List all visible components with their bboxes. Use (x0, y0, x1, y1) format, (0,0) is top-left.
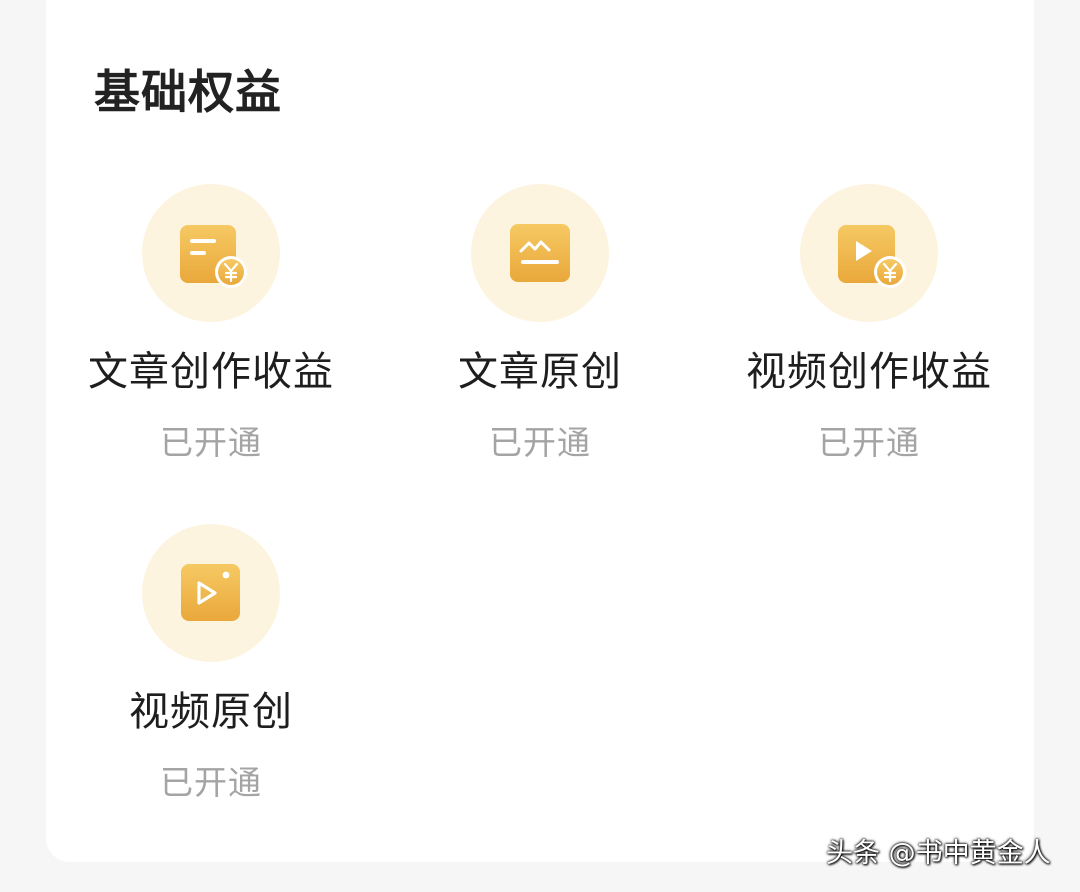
benefit-item-article-earnings[interactable]: 文章创作收益 已开通 (46, 184, 376, 484)
video-earnings-icon (800, 184, 938, 322)
benefit-item-video-original[interactable]: 视频原创 已开通 (46, 524, 376, 824)
section-title: 基础权益 (94, 65, 282, 119)
article-earnings-icon (142, 184, 280, 322)
article-original-icon (471, 184, 609, 322)
benefit-name: 视频原创 (129, 689, 293, 735)
watermark-text: 头条 @书中黄金人 (826, 838, 1051, 869)
benefit-status: 已开通 (818, 423, 920, 462)
benefit-name: 文章原创 (458, 349, 622, 395)
benefit-status: 已开通 (160, 763, 262, 802)
video-original-icon (142, 524, 280, 662)
benefit-status: 已开通 (160, 423, 262, 462)
benefit-item-article-original[interactable]: 文章原创 已开通 (375, 184, 705, 484)
benefit-status: 已开通 (489, 423, 591, 462)
benefit-name: 文章创作收益 (88, 349, 334, 395)
benefit-item-video-earnings[interactable]: 视频创作收益 已开通 (704, 184, 1034, 484)
benefit-name: 视频创作收益 (746, 349, 992, 395)
